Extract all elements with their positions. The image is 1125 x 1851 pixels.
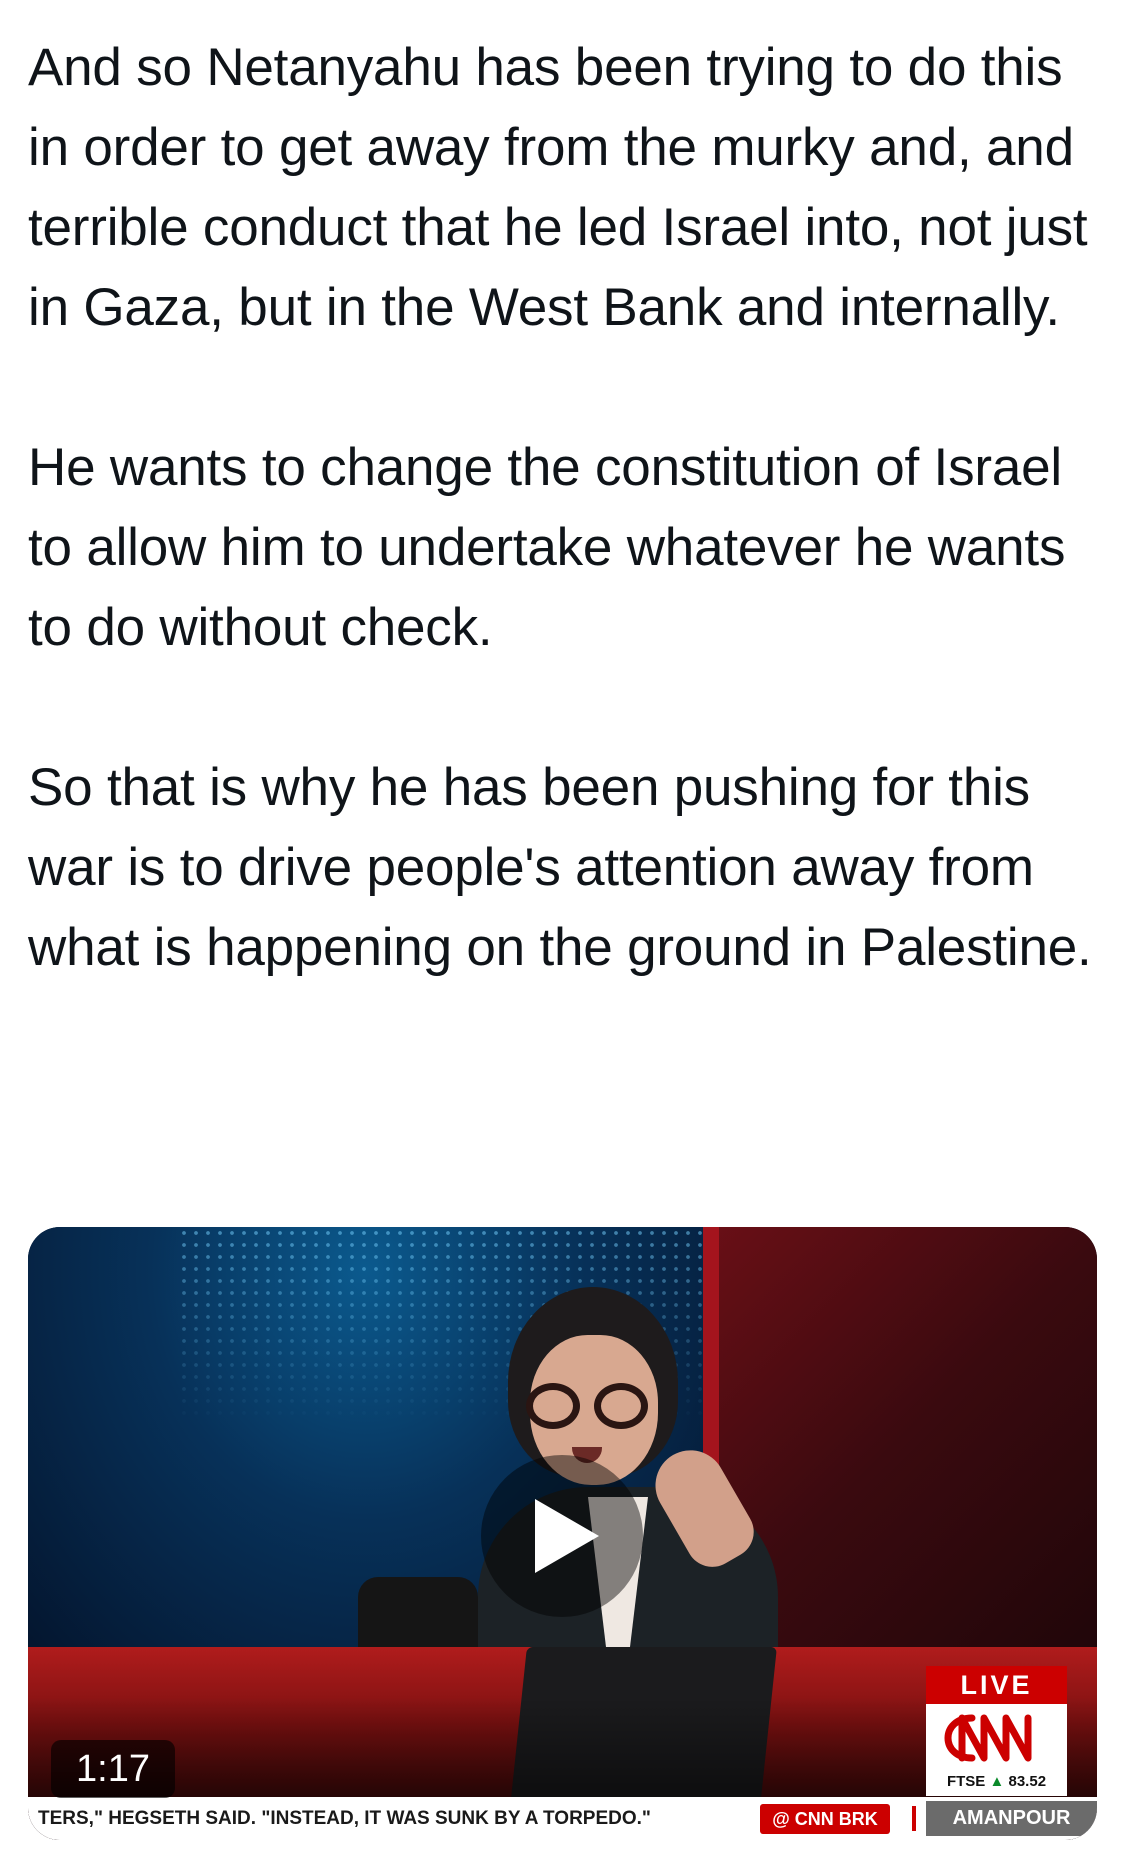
cnn-logo-icon (944, 1714, 1032, 1762)
cnn-brk-tag: @ CNN BRK (760, 1804, 890, 1834)
play-icon (535, 1499, 599, 1573)
tweet-paragraph: So that is why he has been pushing for t… (28, 758, 1092, 977)
live-bug: LIVE FTSE ▲ 83.52 (926, 1666, 1067, 1796)
market-label: FTSE (946, 1773, 986, 1790)
tweet-text: And so Netanyahu has been trying to do t… (28, 28, 1100, 988)
market-value: 83.52 (1008, 1773, 1047, 1790)
tweet-paragraph: He wants to change the constitution of I… (28, 438, 1066, 657)
show-name-tag: AMANPOUR (912, 1801, 1097, 1836)
market-ticker: FTSE ▲ 83.52 (926, 1770, 1067, 1794)
tweet-paragraph: And so Netanyahu has been trying to do t… (28, 38, 1088, 337)
up-arrow-icon: ▲ (989, 1773, 1005, 1790)
video-duration: 1:17 (51, 1740, 175, 1798)
play-button[interactable] (481, 1455, 643, 1617)
live-label: LIVE (926, 1666, 1067, 1704)
video-player[interactable]: LIVE FTSE ▲ 83.52 TERS," HEGSETH SAID. "… (28, 1227, 1097, 1840)
news-crawl: TERS," HEGSETH SAID. "INSTEAD, IT WAS SU… (38, 1808, 651, 1829)
news-ticker-bar: TERS," HEGSETH SAID. "INSTEAD, IT WAS SU… (28, 1797, 1097, 1840)
presenter-glasses (526, 1383, 666, 1435)
